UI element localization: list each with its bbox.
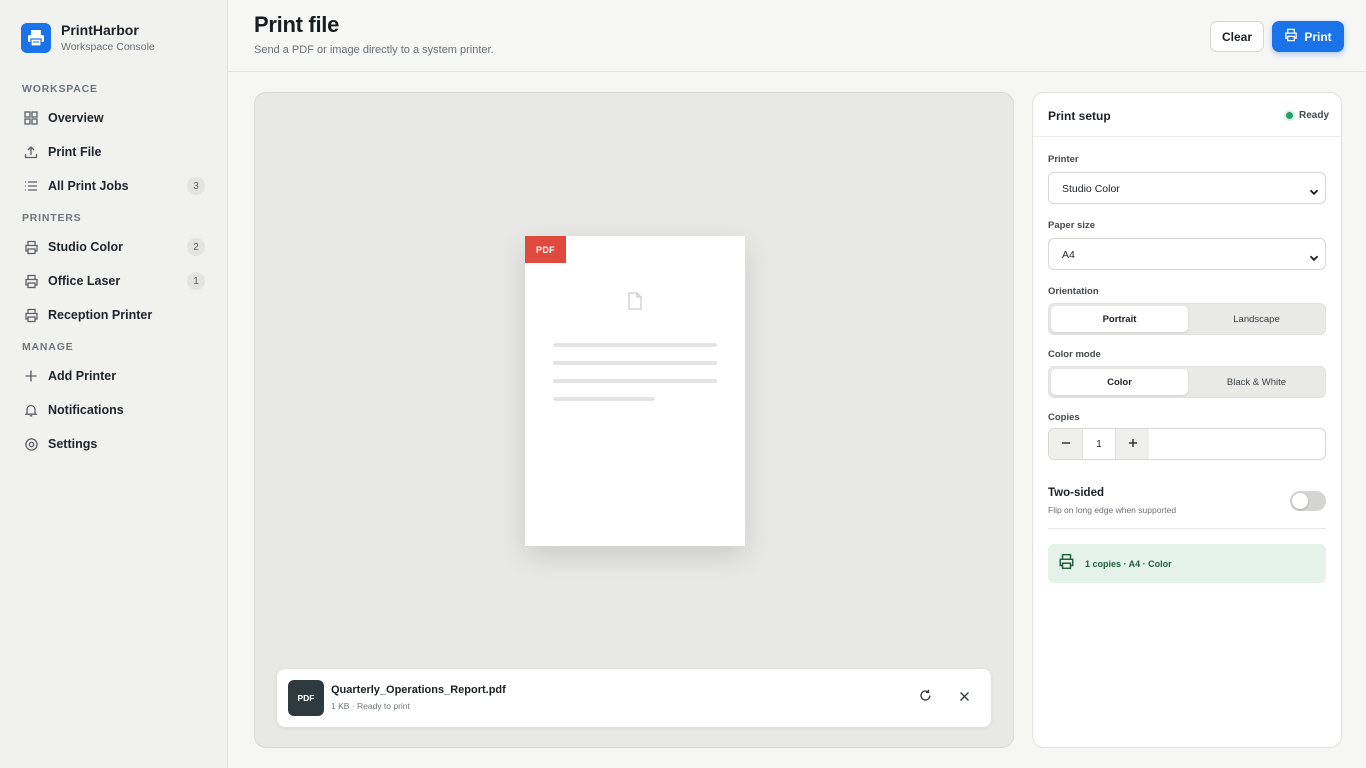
app-subtitle: Workspace Console (61, 41, 155, 53)
clear-button[interactable]: Clear (1210, 21, 1264, 52)
section-manage: MANAGE (22, 341, 74, 353)
gear-icon (14, 437, 48, 452)
sidebar-item-all-print-jobs[interactable]: All Print Jobs 3 (14, 171, 212, 201)
file-name: Quarterly_Operations_Report.pdf (331, 684, 506, 696)
toggle-knob (1292, 493, 1308, 509)
bell-icon (14, 403, 48, 417)
printer-select[interactable]: Studio Color (1048, 172, 1326, 204)
orientation-label: Orientation (1048, 286, 1099, 297)
increment-button[interactable] (1116, 429, 1149, 459)
refresh-icon (919, 689, 932, 707)
chevron-down-icon (1309, 184, 1319, 202)
print-preview: PDF PDF Quarterly_Operations_Report.pdf … (254, 92, 1014, 748)
print-button-label: Print (1304, 29, 1332, 44)
grid-icon (14, 111, 48, 125)
copies-input[interactable]: 1 (1082, 429, 1116, 459)
sidebar-item-add-printer[interactable]: Add Printer (14, 361, 212, 391)
section-printers: PRINTERS (22, 212, 82, 224)
minus-icon (1061, 435, 1071, 453)
file-thumbnail: PDF (288, 680, 324, 716)
replace-file-button[interactable] (913, 686, 937, 710)
selected-file-card: PDF Quarterly_Operations_Report.pdf 1 KB… (277, 669, 991, 727)
close-icon (959, 689, 970, 707)
page-title: Print file (254, 12, 340, 37)
section-workspace: WORKSPACE (22, 83, 98, 95)
text-placeholder-line (553, 361, 717, 365)
sidebar-item-label: Studio Color (48, 240, 123, 254)
status-badge: Ready (1285, 110, 1329, 121)
sidebar-item-studio-color[interactable]: Studio Color 2 (14, 232, 212, 262)
sidebar-item-notifications[interactable]: Notifications (14, 395, 212, 425)
printer-icon (14, 308, 48, 323)
page-header: Print file Send a PDF or image directly … (228, 0, 1366, 72)
copies-label: Copies (1048, 412, 1080, 423)
printer-logo-icon (21, 23, 51, 53)
paper-size-value: A4 (1062, 249, 1075, 261)
printer-icon (1058, 553, 1075, 575)
sidebar-item-label: All Print Jobs (48, 179, 129, 193)
paper-size-label: Paper size (1048, 220, 1095, 231)
sidebar-item-print-file[interactable]: Print File (14, 137, 212, 167)
orientation-landscape[interactable]: Landscape (1188, 306, 1325, 332)
panel-header: Print setup Ready (1033, 93, 1341, 137)
remove-file-button[interactable] (952, 686, 976, 710)
printer-select-value: Studio Color (1062, 183, 1120, 195)
text-placeholder-line (553, 379, 717, 383)
print-setup-panel: Print setup Ready Printer Studio Color P… (1032, 92, 1342, 748)
pdf-tag: PDF (525, 236, 566, 263)
count-badge: 1 (187, 272, 205, 290)
text-placeholder-line (553, 343, 717, 347)
color-mode-color[interactable]: Color (1051, 369, 1188, 395)
sidebar-item-settings[interactable]: Settings (14, 429, 212, 459)
plus-icon (14, 369, 48, 383)
orientation-portrait[interactable]: Portrait (1051, 306, 1188, 332)
printer-label: Printer (1048, 154, 1079, 165)
color-mode-toggle: Color Black & White (1048, 366, 1326, 398)
two-sided-title: Two-sided (1048, 487, 1105, 499)
document-icon (627, 292, 643, 315)
text-placeholder-line (553, 397, 655, 401)
two-sided-subtitle: Flip on long edge when supported (1048, 505, 1177, 515)
status-text: Ready (1298, 110, 1329, 121)
two-sided-toggle[interactable] (1290, 491, 1326, 511)
divider (1048, 528, 1326, 529)
printer-icon (14, 240, 48, 255)
orientation-toggle: Portrait Landscape (1048, 303, 1326, 335)
sidebar-item-label: Office Laser (48, 274, 121, 288)
sidebar-item-label: Notifications (48, 403, 124, 417)
decrement-button[interactable] (1049, 429, 1082, 459)
copies-stepper: 1 (1048, 428, 1326, 460)
paper-size-select[interactable]: A4 (1048, 238, 1326, 270)
sidebar-item-label: Overview (48, 111, 104, 125)
file-meta: 1 KB · Ready to print (331, 701, 410, 711)
print-button[interactable]: Print (1272, 21, 1344, 52)
summary-text: 1 copies · A4 · Color (1085, 558, 1172, 569)
plus-icon (1128, 435, 1138, 453)
sidebar-item-label: Print File (48, 145, 102, 159)
sidebar-item-label: Add Printer (48, 369, 117, 383)
sidebar-item-label: Reception Printer (48, 308, 153, 322)
page-subtitle: Send a PDF or image directly to a system… (254, 44, 494, 56)
status-dot-icon (1285, 112, 1293, 119)
count-badge: 2 (187, 238, 205, 256)
sidebar-item-overview[interactable]: Overview (14, 103, 212, 133)
color-mode-black-white[interactable]: Black & White (1188, 369, 1325, 395)
printer-icon (1284, 28, 1298, 45)
document-preview-page: PDF (525, 236, 745, 546)
sidebar-item-reception-printer[interactable]: Reception Printer (14, 300, 212, 330)
sidebar-item-office-laser[interactable]: Office Laser 1 (14, 266, 212, 296)
color-mode-label: Color mode (1048, 349, 1101, 360)
upload-icon (14, 145, 48, 159)
app-name: PrintHarbor (61, 22, 139, 38)
list-icon (14, 179, 48, 193)
print-summary: 1 copies · A4 · Color (1048, 544, 1326, 583)
chevron-down-icon (1309, 250, 1319, 268)
sidebar-item-label: Settings (48, 437, 98, 451)
panel-title: Print setup (1048, 109, 1111, 123)
sidebar: PrintHarbor Workspace Console WORKSPACE … (0, 0, 228, 768)
count-badge: 3 (187, 177, 205, 195)
printer-icon (14, 274, 48, 289)
brand[interactable]: PrintHarbor Workspace Console (21, 22, 155, 54)
